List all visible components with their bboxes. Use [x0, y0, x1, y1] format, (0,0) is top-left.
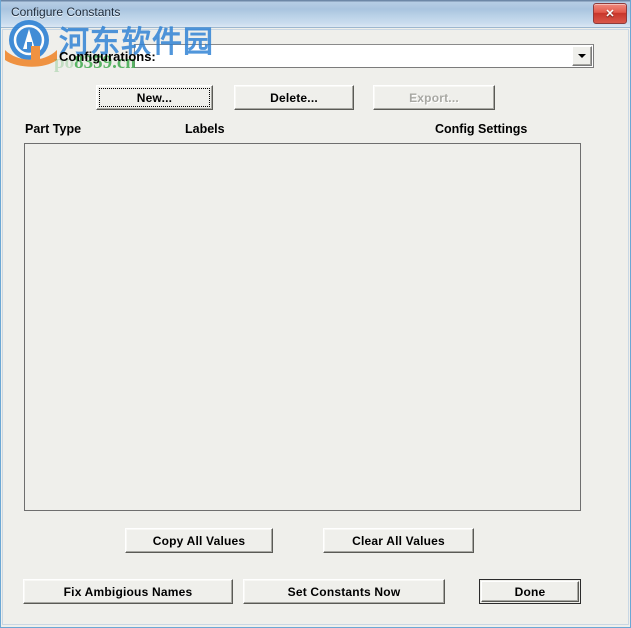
clear-all-values-button-label: Clear All Values	[352, 533, 445, 548]
copy-all-values-button[interactable]: Copy All Values	[125, 528, 273, 553]
close-icon: ✕	[605, 8, 615, 20]
set-constants-now-button-label: Set Constants Now	[287, 584, 401, 599]
configure-constants-window: Configure Constants ✕ 河东软件园 po8359.cn Co…	[0, 0, 631, 628]
title-bar: Configure Constants ✕	[1, 0, 630, 28]
configurations-dropdown-button[interactable]	[572, 46, 592, 66]
done-button[interactable]: Done	[479, 579, 581, 604]
fix-ambigious-names-button-label: Fix Ambigious Names	[63, 584, 193, 599]
configurations-label: Configurations:	[59, 49, 156, 64]
column-header-labels: Labels	[185, 122, 225, 136]
export-button: Export...	[373, 85, 495, 110]
configurations-combobox[interactable]	[134, 44, 594, 68]
constants-list-panel[interactable]	[24, 143, 581, 511]
copy-all-values-button-label: Copy All Values	[152, 533, 246, 548]
close-button[interactable]: ✕	[593, 3, 627, 24]
done-button-label: Done	[514, 584, 546, 599]
new-button[interactable]: New...	[96, 85, 213, 110]
chevron-down-icon	[578, 54, 586, 58]
delete-button[interactable]: Delete...	[234, 85, 354, 110]
delete-button-label: Delete...	[270, 90, 318, 105]
fix-ambigious-names-button[interactable]: Fix Ambigious Names	[23, 579, 233, 604]
new-button-label: New...	[136, 90, 173, 105]
clear-all-values-button[interactable]: Clear All Values	[323, 528, 474, 553]
column-header-config-settings: Config Settings	[435, 122, 528, 136]
column-header-part-type: Part Type	[25, 122, 82, 136]
set-constants-now-button[interactable]: Set Constants Now	[243, 579, 445, 604]
export-button-label: Export...	[409, 90, 459, 105]
window-title: Configure Constants	[11, 5, 121, 19]
